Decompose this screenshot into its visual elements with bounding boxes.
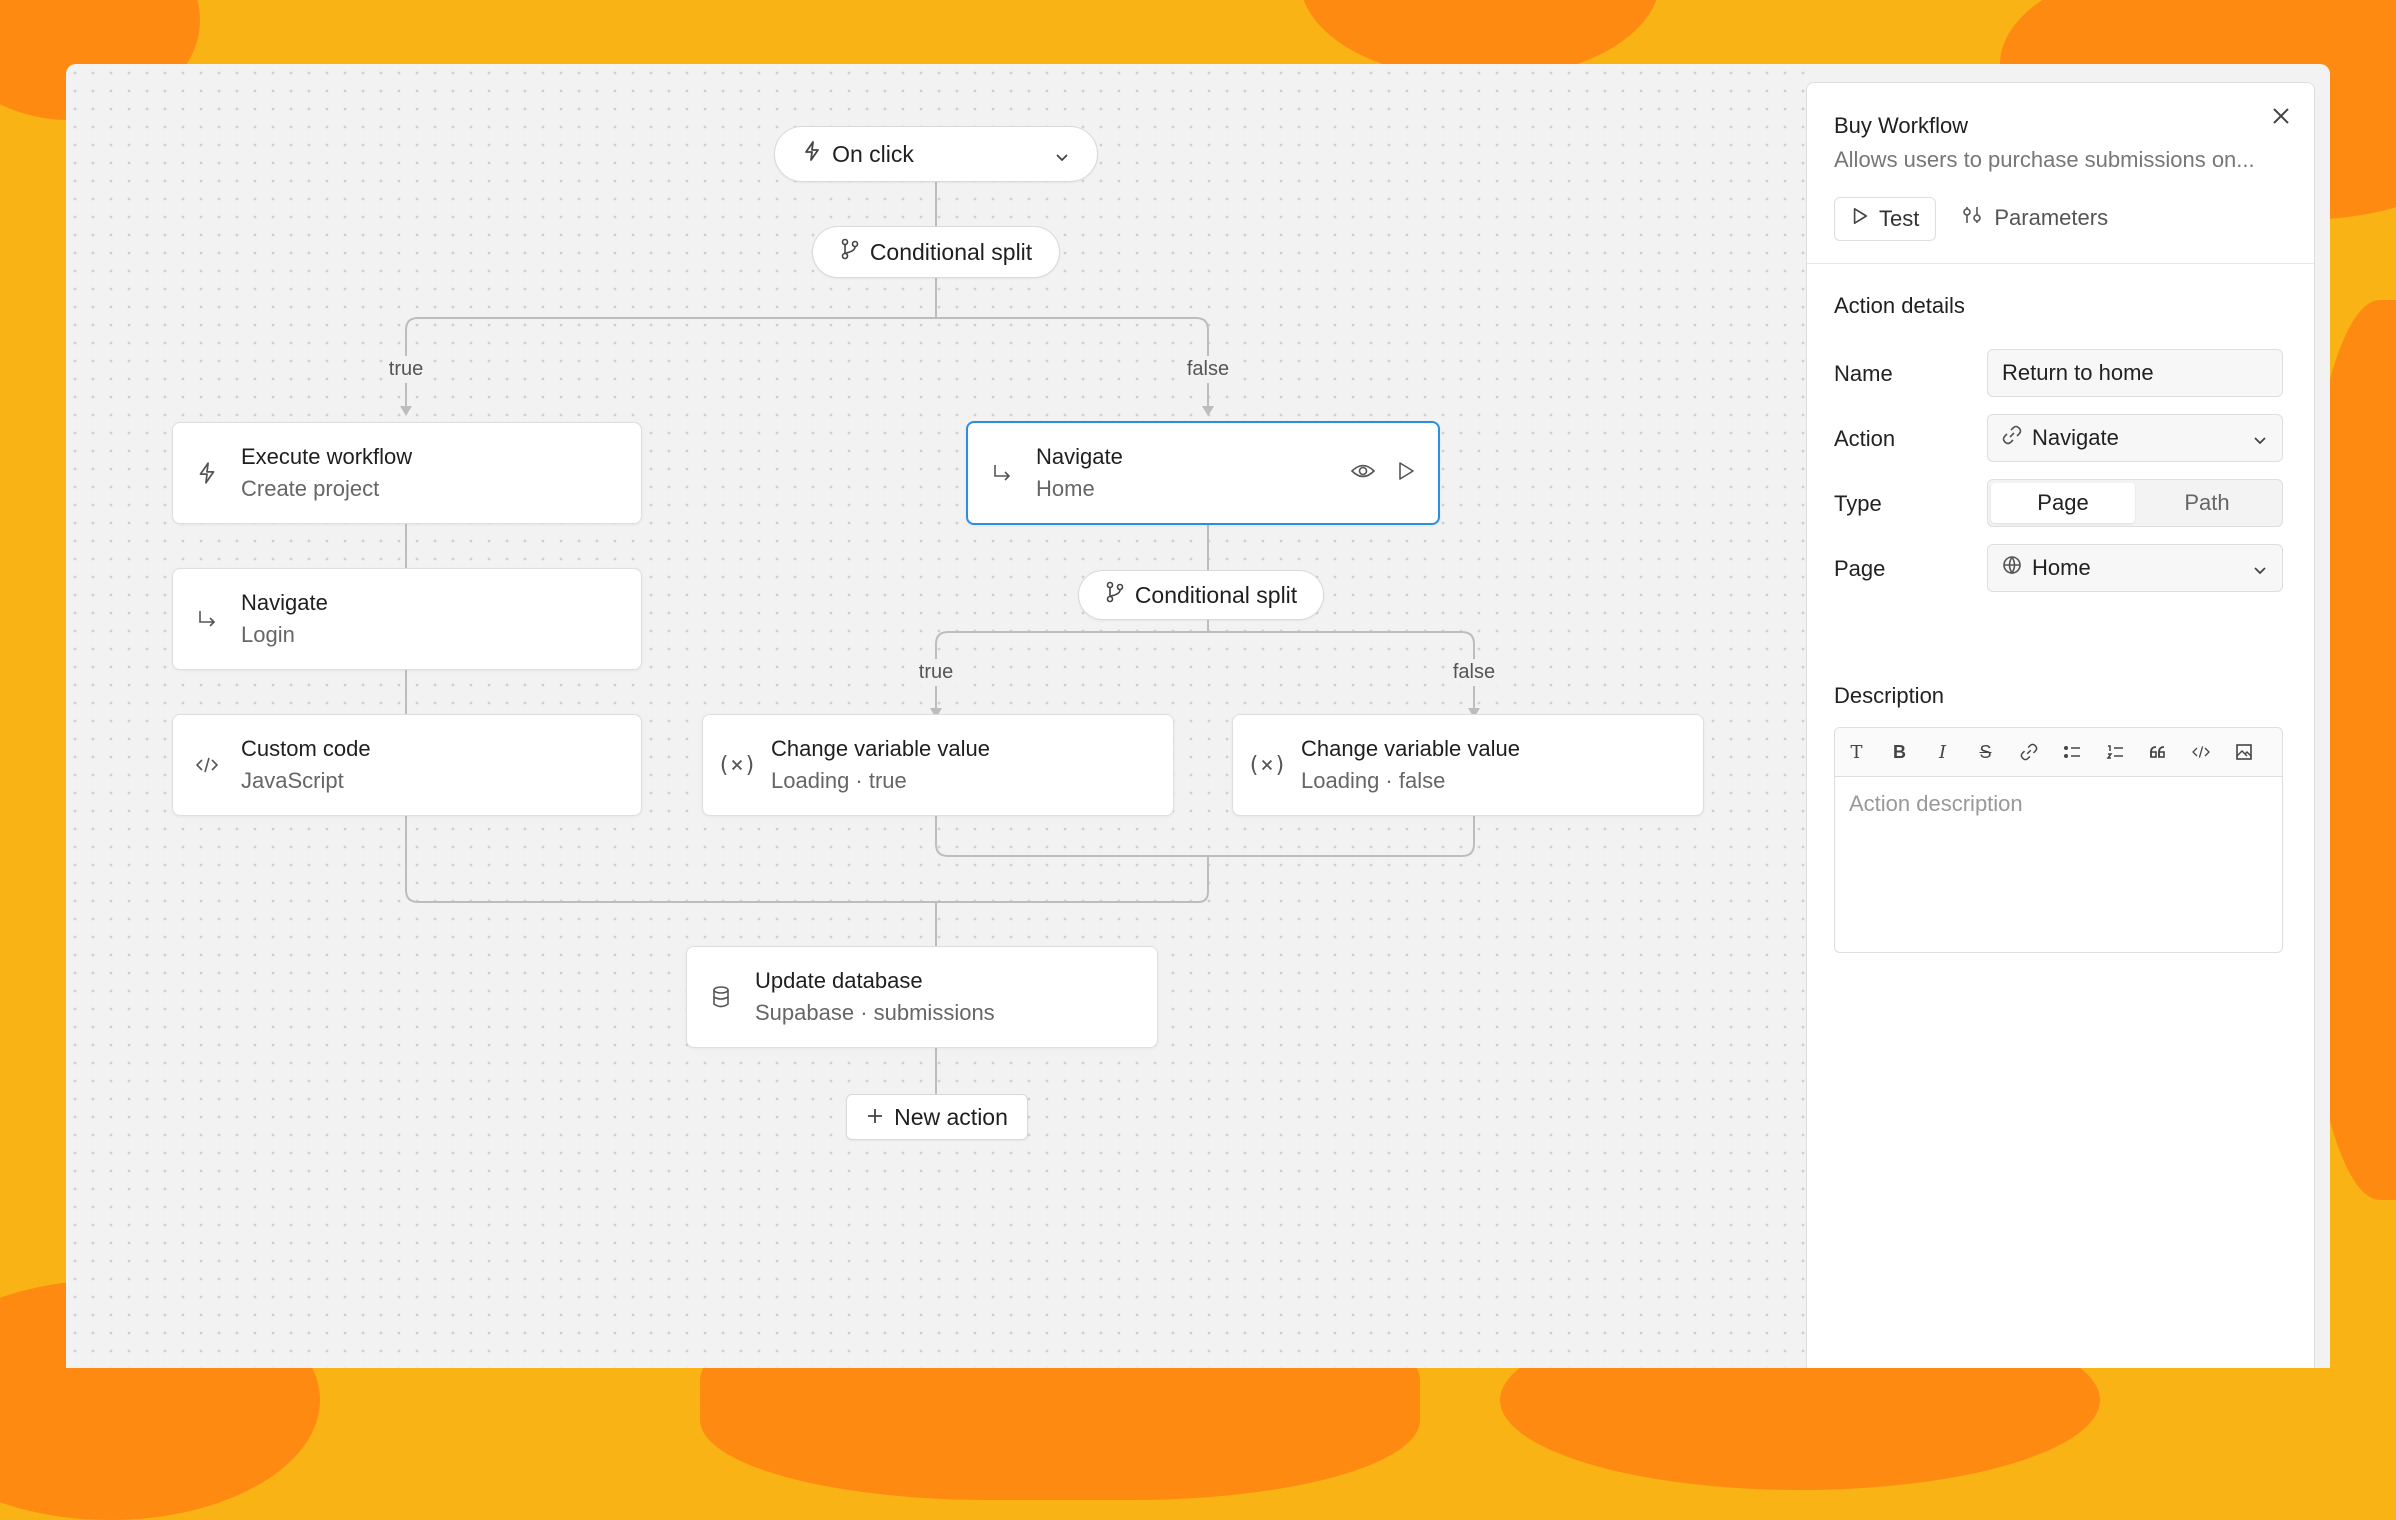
branch-icon	[840, 238, 860, 266]
arrow-corner-icon	[173, 608, 241, 630]
type-toggle[interactable]: Page Path	[1987, 479, 2283, 527]
close-icon[interactable]	[2270, 105, 2292, 132]
node-subtitle: Home	[1036, 476, 1095, 501]
action-node-change-variable-true[interactable]: (×) Change variable value Loading · true	[702, 714, 1174, 816]
page-label: Page	[1834, 556, 1886, 581]
database-icon	[687, 985, 755, 1009]
workflow-editor: On click Conditional split true false Ex…	[66, 64, 2330, 1368]
edge-label-false: false	[1446, 659, 1502, 686]
plus-icon	[866, 1104, 884, 1131]
type-option-page[interactable]: Page	[1991, 483, 2135, 523]
numbered-list-icon[interactable]	[2093, 728, 2136, 776]
chevron-down-icon	[1054, 141, 1070, 168]
bullet-list-icon[interactable]	[2050, 728, 2093, 776]
variable-icon: (×)	[717, 752, 757, 778]
conditional-split[interactable]: Conditional split	[1078, 570, 1324, 620]
edge-label-true: true	[382, 356, 430, 383]
link-icon[interactable]	[2007, 728, 2050, 776]
node-title: Change variable value	[1301, 736, 1520, 761]
variable-icon: (×)	[1247, 752, 1287, 778]
action-select[interactable]: Navigate	[1987, 414, 2283, 462]
chevron-down-icon	[2252, 425, 2268, 451]
action-label: Action	[1834, 426, 1896, 451]
action-node-navigate-home[interactable]: Navigate Home	[966, 421, 1440, 525]
quote-icon[interactable]	[2136, 728, 2179, 776]
panel-title: Buy Workflow	[1834, 113, 1969, 138]
action-node-update-database[interactable]: Update database Supabase · submissions	[686, 946, 1158, 1048]
node-subtitle: Supabase · submissions	[755, 1000, 995, 1025]
play-icon	[1851, 206, 1869, 232]
page-value: Home	[2032, 555, 2091, 580]
description-placeholder: Action description	[1849, 791, 2023, 816]
split-label: Conditional split	[1134, 581, 1298, 608]
tab-test[interactable]: Test	[1834, 197, 1937, 241]
action-node-change-variable-false[interactable]: (×) Change variable value Loading · fals…	[1232, 714, 1704, 816]
split-label: Conditional split	[869, 238, 1033, 265]
node-title: Custom code	[241, 736, 371, 761]
node-subtitle: Create project	[241, 476, 380, 501]
editor-toolbar: T B I S	[1835, 728, 2282, 777]
lightning-icon	[173, 461, 241, 485]
link-icon	[2002, 425, 2022, 451]
action-node-navigate-login[interactable]: Navigate Login	[172, 568, 642, 670]
node-title: Navigate	[241, 590, 328, 615]
edge-label-false: false	[1180, 356, 1236, 383]
node-subtitle: JavaScript	[241, 768, 344, 793]
edge-label-true: true	[912, 659, 960, 686]
chevron-down-icon	[2252, 555, 2268, 581]
node-subtitle: Loading · false	[1301, 768, 1446, 793]
panel-subtitle: Allows users to purchase submissions on.…	[1834, 147, 2255, 172]
italic-icon[interactable]: I	[1921, 728, 1964, 776]
action-node-execute-workflow[interactable]: Execute workflow Create project	[172, 422, 642, 524]
action-node-custom-code[interactable]: Custom code JavaScript	[172, 714, 642, 816]
type-option-path[interactable]: Path	[2135, 483, 2279, 523]
trigger-dropdown[interactable]: On click	[774, 126, 1098, 182]
action-details-panel: Buy Workflow Allows users to purchase su…	[1806, 82, 2315, 1368]
sliders-icon	[1962, 205, 1984, 231]
node-title: Execute workflow	[241, 444, 413, 469]
node-subtitle: Loading · true	[771, 768, 907, 793]
branch-icon	[1105, 581, 1125, 609]
conditional-split[interactable]: Conditional split	[812, 226, 1060, 278]
name-field[interactable]: Return to home	[1987, 349, 2283, 397]
section-title: Action details	[1834, 293, 1965, 318]
name-value: Return to home	[2002, 360, 2154, 385]
node-subtitle: Login	[241, 622, 295, 647]
page-select[interactable]: Home	[1987, 544, 2283, 592]
type-label: Type	[1834, 491, 1882, 516]
name-label: Name	[1834, 361, 1893, 386]
tab-parameters[interactable]: Parameters	[1946, 197, 2124, 239]
node-title: Change variable value	[771, 736, 990, 761]
workflow-canvas[interactable]: On click Conditional split true false Ex…	[66, 64, 1806, 1368]
node-title: Update database	[755, 968, 923, 993]
tab-label: Test	[1879, 206, 1920, 231]
description-editor[interactable]: T B I S Action description	[1834, 727, 2283, 953]
new-action-label: New action	[894, 1103, 1008, 1130]
lightning-icon	[802, 140, 822, 168]
description-label: Description	[1834, 683, 1945, 708]
new-action-button[interactable]: New action	[846, 1094, 1028, 1140]
image-icon[interactable]	[2222, 728, 2265, 776]
tab-label: Parameters	[1994, 205, 2109, 230]
strikethrough-icon[interactable]: S	[1964, 728, 2007, 776]
code-icon	[173, 755, 241, 775]
trigger-label: On click	[832, 140, 914, 167]
globe-icon	[2002, 555, 2022, 581]
node-title: Navigate	[1036, 444, 1123, 469]
play-icon[interactable]	[1396, 460, 1416, 487]
arrow-corner-icon	[968, 462, 1036, 484]
text-icon[interactable]: T	[1835, 728, 1878, 776]
action-value: Navigate	[2032, 425, 2119, 450]
code-icon[interactable]	[2179, 728, 2222, 776]
eye-icon[interactable]	[1350, 462, 1376, 485]
divider	[1807, 263, 2314, 264]
bold-icon[interactable]: B	[1878, 728, 1921, 776]
